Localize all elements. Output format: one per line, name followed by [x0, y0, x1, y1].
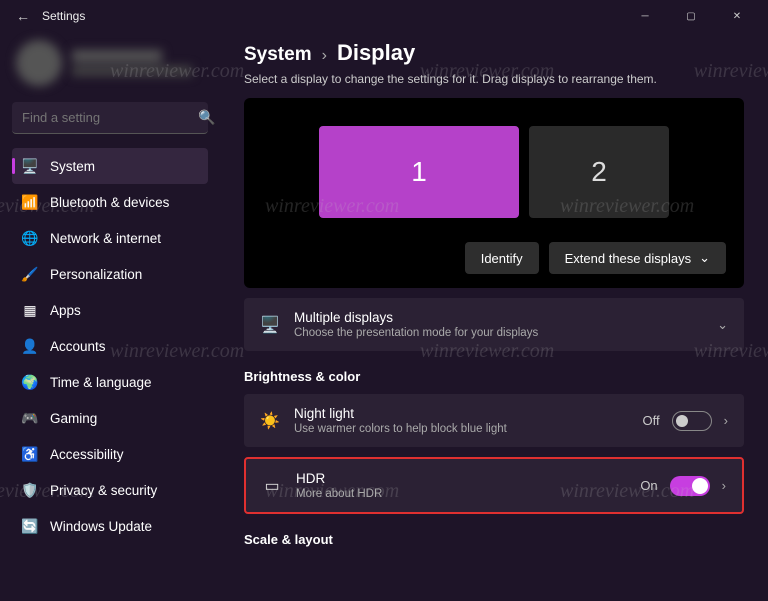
accounts-icon: 👤 [22, 338, 38, 354]
time-icon: 🌍 [22, 374, 38, 390]
section-brightness: Brightness & color [244, 369, 744, 384]
minimize-button[interactable]: ─ [622, 0, 668, 32]
account-name [72, 50, 162, 62]
nav-gaming[interactable]: 🎮 Gaming [12, 400, 208, 436]
system-icon: 🖥️ [22, 158, 38, 174]
nav-label: Apps [50, 303, 81, 318]
nav-label: Bluetooth & devices [50, 195, 169, 210]
nav-update[interactable]: 🔄 Windows Update [12, 508, 208, 544]
nav-label: Personalization [50, 267, 142, 282]
nav-accessibility[interactable]: ♿ Accessibility [12, 436, 208, 472]
maximize-button[interactable]: ▢ [668, 0, 714, 32]
breadcrumb-current: Display [337, 40, 415, 66]
display-arrangement-panel: 1 2 Identify Extend these displays ⌄ [244, 98, 744, 288]
nav-accounts[interactable]: 👤 Accounts [12, 328, 208, 364]
account-block[interactable] [12, 32, 208, 98]
subheading: Select a display to change the settings … [244, 72, 744, 86]
accessibility-icon: ♿ [22, 446, 38, 462]
monitor-area[interactable]: 1 2 [262, 116, 726, 236]
nav-network[interactable]: 🌐 Network & internet [12, 220, 208, 256]
breadcrumb-parent[interactable]: System [244, 44, 312, 66]
card-subtitle: Use warmer colors to help block blue lig… [294, 423, 629, 435]
nav-label: Windows Update [50, 519, 152, 534]
nav-time[interactable]: 🌍 Time & language [12, 364, 208, 400]
card-hdr[interactable]: ▭ HDR More about HDR On › [244, 457, 744, 514]
update-icon: 🔄 [22, 518, 38, 534]
nav-apps[interactable]: ▦ Apps [12, 292, 208, 328]
extend-label: Extend these displays [565, 251, 691, 266]
chevron-down-icon: ⌄ [717, 317, 728, 333]
hdr-icon: ▭ [262, 476, 282, 496]
chevron-right-icon: › [722, 478, 726, 493]
close-button[interactable]: ✕ [714, 0, 760, 32]
card-title: Night light [294, 406, 629, 421]
avatar [16, 40, 62, 86]
sidebar: 🔍 🖥️ System 📶 Bluetooth & devices 🌐 Network… [0, 32, 214, 601]
apps-icon: ▦ [22, 302, 38, 318]
nav-label: System [50, 159, 95, 174]
gaming-icon: 🎮 [22, 410, 38, 426]
extend-dropdown[interactable]: Extend these displays ⌄ [549, 242, 726, 274]
monitor-1[interactable]: 1 [319, 126, 519, 218]
identify-button[interactable]: Identify [465, 242, 539, 274]
card-night-light[interactable]: ☀️ Night light Use warmer colors to help… [244, 394, 744, 447]
chevron-right-icon: › [724, 413, 728, 428]
titlebar: ← Settings ─ ▢ ✕ [0, 0, 768, 32]
card-subtitle: Choose the presentation mode for your di… [294, 327, 703, 339]
account-email [72, 66, 192, 76]
privacy-icon: 🛡️ [22, 482, 38, 498]
card-title: Multiple displays [294, 310, 703, 325]
nav-label: Gaming [50, 411, 97, 426]
nav-label: Time & language [50, 375, 152, 390]
breadcrumb-sep: › [322, 47, 327, 65]
hdr-more-link[interactable]: More about HDR [296, 488, 626, 500]
search-box[interactable]: 🔍 [12, 102, 208, 134]
card-title: HDR [296, 471, 626, 486]
search-input[interactable] [22, 110, 198, 125]
back-button[interactable]: ← [8, 8, 38, 24]
personalization-icon: 🖌️ [22, 266, 38, 282]
search-icon: 🔍 [198, 109, 215, 126]
nav-label: Privacy & security [50, 483, 157, 498]
multiple-displays-icon: 🖥️ [260, 315, 280, 335]
nav-label: Accounts [50, 339, 106, 354]
section-scale: Scale & layout [244, 532, 744, 547]
night-light-icon: ☀️ [260, 411, 280, 431]
nav-personalization[interactable]: 🖌️ Personalization [12, 256, 208, 292]
toggle-state: On [640, 478, 657, 493]
nav-label: Network & internet [50, 231, 161, 246]
card-multiple-displays[interactable]: 🖥️ Multiple displays Choose the presenta… [244, 298, 744, 351]
nav-privacy[interactable]: 🛡️ Privacy & security [12, 472, 208, 508]
nav-system[interactable]: 🖥️ System [12, 148, 208, 184]
monitor-2[interactable]: 2 [529, 126, 669, 218]
nav-bluetooth[interactable]: 📶 Bluetooth & devices [12, 184, 208, 220]
network-icon: 🌐 [22, 230, 38, 246]
nav-label: Accessibility [50, 447, 124, 462]
chevron-down-icon: ⌄ [699, 250, 710, 266]
breadcrumb: System › Display [244, 40, 744, 66]
window-title: Settings [38, 9, 622, 23]
hdr-toggle[interactable] [670, 476, 710, 496]
toggle-state: Off [643, 413, 660, 428]
night-light-toggle[interactable] [672, 411, 712, 431]
bluetooth-icon: 📶 [22, 194, 38, 210]
main-content: System › Display Select a display to cha… [214, 32, 768, 601]
